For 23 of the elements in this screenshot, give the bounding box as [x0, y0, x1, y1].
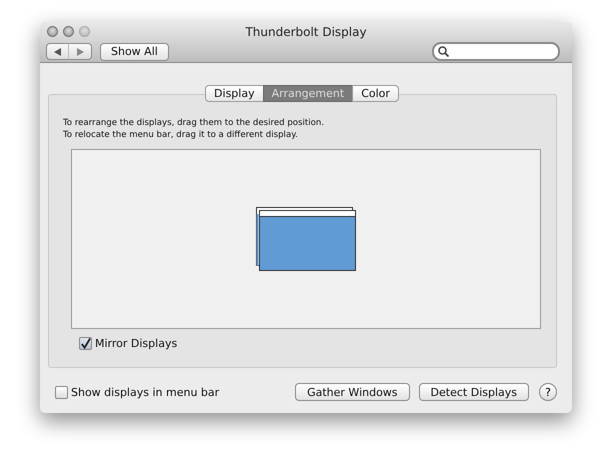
right-arrow-icon: [76, 48, 84, 56]
action-button[interactable]: Gather Windows: [295, 383, 410, 401]
checkbox[interactable]: [79, 337, 92, 350]
back-button[interactable]: [46, 43, 69, 60]
checkbox-label: Mirror Displays: [95, 337, 178, 350]
forward-button[interactable]: [69, 43, 92, 60]
instruction-text: To rearrange the displays, drag them to the desired position.: [63, 117, 326, 129]
tab[interactable]: Display: [205, 85, 264, 102]
tab[interactable]: Color: [352, 85, 399, 102]
display-drawing[interactable]: [256, 207, 356, 271]
help-button[interactable]: ?: [539, 383, 557, 401]
search-field[interactable]: [432, 42, 560, 61]
minimize-button[interactable]: [63, 26, 74, 37]
left-arrow-icon: [54, 48, 62, 56]
mirror-displays-checkbox[interactable]: Mirror Displays: [79, 337, 542, 350]
action-button[interactable]: Detect Displays: [418, 383, 529, 401]
instruction-text: To relocate the menu bar, drag it to a different display.: [63, 129, 299, 141]
search-icon: [438, 46, 449, 57]
window-title: Thunderbolt Display: [245, 25, 367, 39]
show-all-button[interactable]: Show All: [100, 42, 169, 60]
checkbox[interactable]: [55, 386, 68, 398]
zoom-button[interactable]: [79, 26, 90, 37]
close-button[interactable]: [47, 26, 58, 37]
